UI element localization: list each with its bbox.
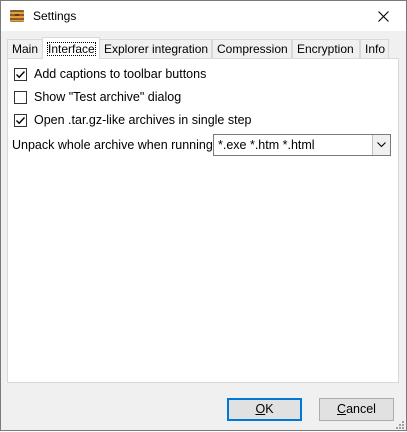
checkbox-checked[interactable] [14,113,27,127]
interface-panel: Add captions to toolbar buttons Show "Te… [7,58,399,383]
option-label: Open .tar.gz-like archives in single ste… [34,113,252,127]
title-bar[interactable]: Settings [1,1,406,31]
ok-button[interactable]: OK [227,398,302,421]
close-icon [378,10,389,22]
chevron-down-icon [377,142,386,148]
close-button[interactable] [361,1,406,31]
option-label: Show "Test archive" dialog [34,90,182,104]
settings-dialog: Settings Main Interface Explorer integra… [0,0,407,431]
option-open-tar-gz[interactable]: Open .tar.gz-like archives in single ste… [14,111,251,129]
tab-label: Info [365,42,386,56]
tab-label: Compression [217,42,288,56]
cancel-label: ancel [346,402,376,416]
tab-info[interactable]: Info [360,39,389,58]
window-title: Settings [33,9,77,23]
checkbox-checked[interactable] [14,67,27,81]
tab-encryption[interactable]: Encryption [292,39,360,58]
tab-label: Main [12,42,39,56]
combobox-value: *.exe *.htm *.html [218,138,315,152]
tab-interface[interactable]: Interface [42,37,100,59]
ok-label: K [265,402,274,416]
unpack-label: Unpack whole archive when running: [12,138,217,152]
tab-compression[interactable]: Compression [212,39,292,58]
tab-label: Interface [47,42,96,56]
resize-grip-icon[interactable] [394,418,404,429]
tab-label: Explorer integration [104,42,209,56]
option-add-captions[interactable]: Add captions to toolbar buttons [14,65,206,83]
option-label: Add captions to toolbar buttons [34,67,207,81]
tab-explorer-integration[interactable]: Explorer integration [99,39,212,58]
tab-label: Encryption [297,42,354,56]
cancel-button[interactable]: Cancel [319,398,394,421]
option-show-test-archive[interactable]: Show "Test archive" dialog [14,88,181,106]
tab-main[interactable]: Main [7,39,44,58]
dropdown-button[interactable] [372,135,390,155]
unpack-extensions-combobox[interactable]: *.exe *.htm *.html [213,134,391,156]
ok-mnemonic: O [255,402,266,416]
archive-icon [9,8,25,24]
checkbox-unchecked[interactable] [14,90,27,104]
cancel-mnemonic: C [337,402,347,416]
